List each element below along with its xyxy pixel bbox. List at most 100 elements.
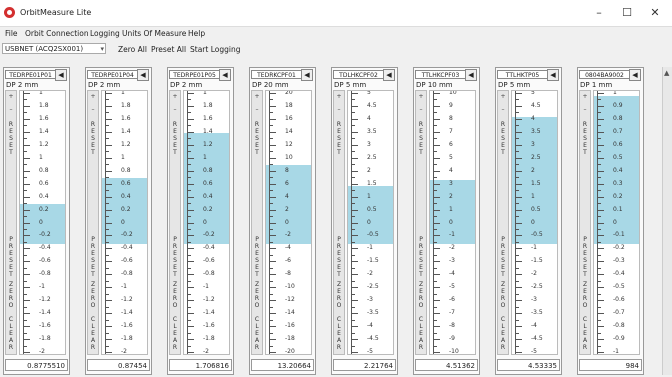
scale-tick: [597, 190, 601, 192]
clear-button[interactable]: CLEAR: [334, 316, 344, 351]
scale-tick: [187, 183, 194, 185]
minus-icon[interactable]: –: [170, 106, 180, 113]
scale-tick: [515, 300, 522, 302]
resolution-label: DP 20 mm: [252, 81, 289, 89]
clear-button[interactable]: CLEAR: [580, 316, 590, 351]
reset-button[interactable]: RESET: [498, 121, 508, 156]
reset-button[interactable]: RESET: [88, 121, 98, 156]
maximize-button[interactable]: ☐: [613, 4, 641, 22]
plus-icon[interactable]: +: [416, 93, 426, 100]
plus-icon[interactable]: +: [170, 93, 180, 100]
clear-button[interactable]: CLEAR: [498, 316, 508, 351]
tick-label: -3.5: [531, 309, 543, 317]
collapse-button[interactable]: ◀: [629, 69, 641, 81]
zero-button[interactable]: ZERO: [170, 281, 180, 309]
minus-icon[interactable]: –: [580, 106, 590, 113]
scroll-up-icon[interactable]: ▲: [664, 69, 669, 77]
collapse-button[interactable]: ◀: [547, 69, 559, 81]
preset-button[interactable]: PRESET: [498, 236, 508, 278]
scale-tick: [433, 248, 440, 250]
plus-icon[interactable]: +: [498, 93, 508, 100]
scale-tick: [351, 99, 355, 101]
menu-logging[interactable]: Logging: [90, 29, 120, 38]
chevron-left-icon: ◀: [58, 71, 64, 79]
zero-button[interactable]: ZERO: [416, 281, 426, 309]
collapse-button[interactable]: ◀: [301, 69, 313, 81]
scale-tick: [597, 274, 604, 276]
zero-all-button[interactable]: Zero All: [118, 45, 147, 54]
minus-icon[interactable]: –: [416, 106, 426, 113]
collapse-button[interactable]: ◀: [383, 69, 395, 81]
reset-button[interactable]: RESET: [416, 121, 426, 156]
menu-help[interactable]: Help: [188, 29, 205, 38]
menu-orbit-connection[interactable]: Orbit Connection: [25, 29, 89, 38]
clear-button[interactable]: CLEAR: [170, 316, 180, 351]
minus-icon[interactable]: –: [88, 106, 98, 113]
reading-value: 0.8775510: [5, 359, 68, 371]
reset-button[interactable]: RESET: [252, 121, 262, 156]
clear-button[interactable]: CLEAR: [88, 316, 98, 351]
reset-button[interactable]: RESET: [334, 121, 344, 156]
preset-button[interactable]: PRESET: [252, 236, 262, 278]
reset-button[interactable]: RESET: [6, 121, 16, 156]
minus-icon[interactable]: –: [498, 106, 508, 113]
scale-tick: [433, 125, 437, 127]
scale-tick: [433, 267, 437, 269]
collapse-button[interactable]: ◀: [219, 69, 231, 81]
preset-all-button[interactable]: Preset All: [151, 45, 186, 54]
collapse-button[interactable]: ◀: [55, 69, 67, 81]
scale-tick: [269, 93, 276, 94]
scale-tick: [351, 170, 358, 172]
preset-button[interactable]: PRESET: [6, 236, 16, 278]
menu-file[interactable]: File: [5, 29, 18, 38]
scale-tick: [187, 216, 191, 218]
plus-icon[interactable]: +: [88, 93, 98, 100]
zero-button[interactable]: ZERO: [6, 281, 16, 309]
collapse-button[interactable]: ◀: [137, 69, 149, 81]
plus-icon[interactable]: +: [580, 93, 590, 100]
minus-icon[interactable]: –: [6, 106, 16, 113]
scale-tick: [269, 313, 276, 315]
scale-tick: [351, 209, 358, 211]
control-strip: + – R E S E T P R E S E T Z E R O C L E A R: [497, 90, 509, 355]
start-logging-button[interactable]: Start Logging: [190, 45, 240, 54]
reset-button[interactable]: RESET: [170, 121, 180, 156]
scale-tick: [515, 332, 519, 334]
preset-button[interactable]: PRESET: [88, 236, 98, 278]
plus-icon[interactable]: +: [252, 93, 262, 100]
zero-button[interactable]: ZERO: [88, 281, 98, 309]
scale-tick: [515, 254, 519, 256]
minus-icon[interactable]: –: [252, 106, 262, 113]
scale-tick: [105, 164, 109, 166]
plus-icon[interactable]: +: [6, 93, 16, 100]
reset-button[interactable]: RESET: [580, 121, 590, 156]
vertical-scrollbar[interactable]: ▲: [662, 67, 672, 375]
zero-button[interactable]: ZERO: [252, 281, 262, 309]
device-select[interactable]: USBNET (ACQ2SX001) ▾: [2, 43, 106, 54]
tick-label: 1: [613, 90, 617, 96]
close-button[interactable]: ✕: [641, 4, 669, 22]
preset-button[interactable]: PRESET: [170, 236, 180, 278]
clear-button[interactable]: CLEAR: [6, 316, 16, 351]
minimize-button[interactable]: –: [585, 4, 613, 22]
preset-button[interactable]: PRESET: [580, 236, 590, 278]
zero-button[interactable]: ZERO: [334, 281, 344, 309]
preset-button[interactable]: PRESET: [334, 236, 344, 278]
minus-icon[interactable]: –: [334, 106, 344, 113]
preset-button[interactable]: PRESET: [416, 236, 426, 278]
tick-label: -0.4: [39, 244, 51, 252]
collapse-button[interactable]: ◀: [465, 69, 477, 81]
scale-tick: [597, 300, 604, 302]
plus-icon[interactable]: +: [334, 93, 344, 100]
zero-button[interactable]: ZERO: [498, 281, 508, 309]
menu-units-of-measure[interactable]: Units Of Measure: [122, 29, 186, 38]
zero-button[interactable]: ZERO: [580, 281, 590, 309]
sensor-id: TEDRKCPF01: [251, 70, 302, 79]
tick-label: 0.4: [203, 192, 213, 200]
scale-tick: [597, 196, 604, 198]
clear-button[interactable]: CLEAR: [416, 316, 426, 351]
tick-label: 0.8: [613, 114, 623, 122]
gauge-panel: TTLHKCPF03 ◀ DP 10 mm + – R E S E T P R E S E T Z E R O C L E A…: [413, 67, 480, 375]
tick-label: 10: [285, 153, 293, 161]
clear-button[interactable]: CLEAR: [252, 316, 262, 351]
